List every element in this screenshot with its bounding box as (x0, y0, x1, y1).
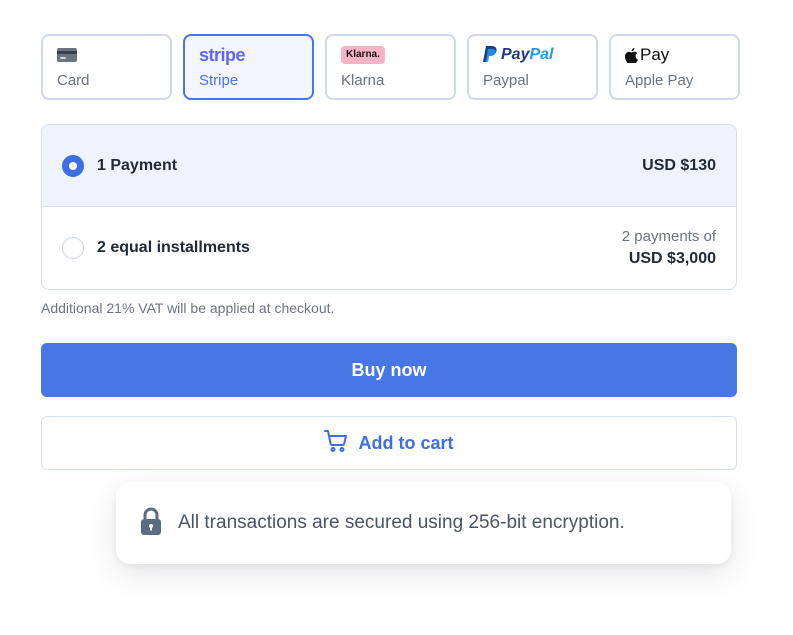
plan-name: 1 Payment (97, 156, 178, 174)
plan-note: 2 payments of (621, 228, 716, 245)
payment-method-card[interactable]: Card (41, 34, 172, 100)
stripe-logo: stripe (199, 44, 246, 65)
security-notice: All transactions are secured using 256-b… (116, 482, 731, 564)
apple-pay-logo: Pay (625, 44, 724, 66)
payment-plan-options: 1 Payment USD $130 2 equal installments … (41, 124, 737, 290)
klarna-logo: Klarna. (341, 44, 440, 66)
payment-method-label: Stripe (199, 72, 239, 89)
apple-icon (625, 47, 638, 63)
plan-option-installments[interactable]: 2 equal installments 2 payments of USD $… (42, 207, 736, 289)
radio-selected[interactable] (62, 154, 84, 177)
paypal-logo: PayPal (483, 44, 582, 66)
payment-method-klarna[interactable]: Klarna. Klarna (325, 34, 456, 100)
payment-method-label: Klarna (341, 72, 385, 89)
vat-note: Additional 21% VAT will be applied at ch… (41, 300, 335, 316)
plan-option-single[interactable]: 1 Payment USD $130 (42, 125, 736, 207)
payment-method-selector: Card stripe Stripe Klarna. Klarna PayPal… (41, 34, 740, 100)
lock-icon (140, 507, 162, 540)
add-to-cart-button[interactable]: Add to cart (41, 416, 737, 470)
payment-method-label: Card (57, 72, 90, 89)
add-to-cart-label: Add to cart (358, 432, 454, 453)
buy-now-button[interactable]: Buy now (41, 343, 737, 397)
credit-card-icon (57, 44, 156, 66)
payment-method-label: Paypal (483, 72, 529, 89)
plan-price: USD $3,000 (628, 250, 716, 267)
payment-method-stripe[interactable]: stripe Stripe (183, 34, 314, 100)
payment-method-paypal[interactable]: PayPal Paypal (467, 34, 598, 100)
payment-method-label: Apple Pay (625, 72, 694, 89)
plan-price: USD $130 (642, 156, 716, 174)
security-text: All transactions are secured using 256-b… (178, 512, 625, 533)
cart-icon (324, 429, 348, 457)
radio-unselected[interactable] (62, 237, 84, 259)
payment-method-applepay[interactable]: Pay Apple Pay (609, 34, 740, 100)
plan-name: 2 equal installments (97, 239, 250, 256)
